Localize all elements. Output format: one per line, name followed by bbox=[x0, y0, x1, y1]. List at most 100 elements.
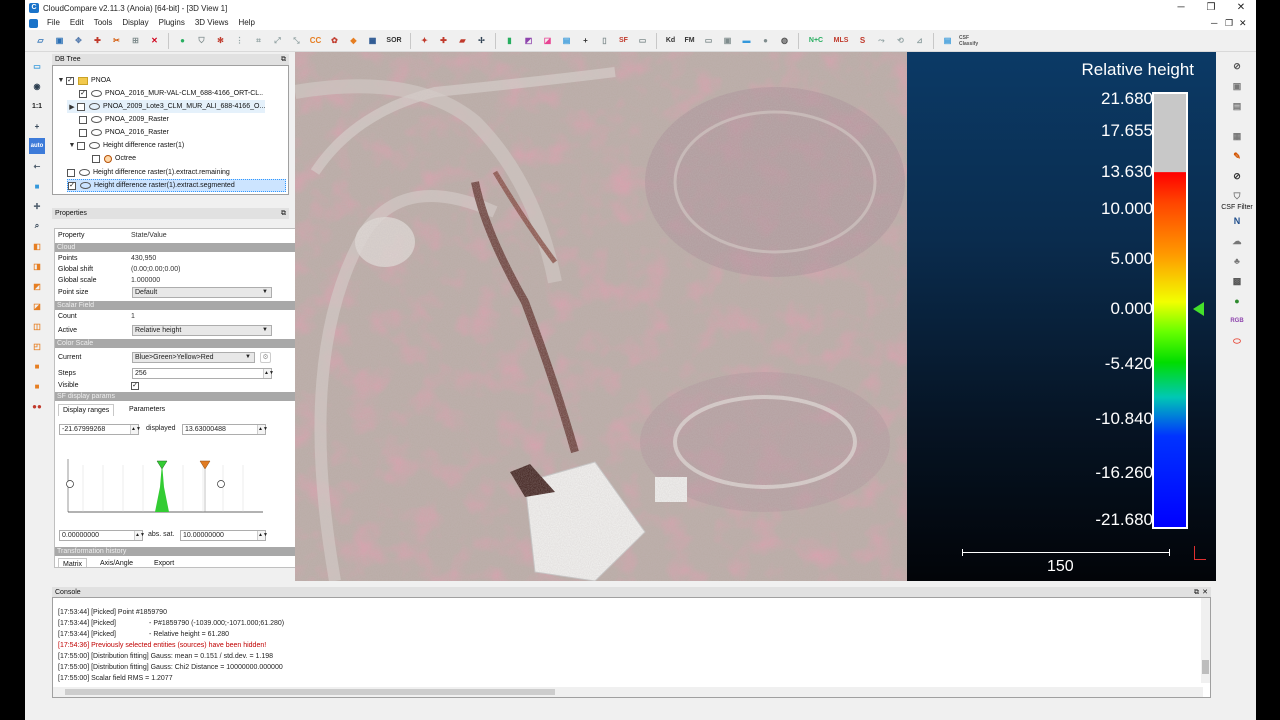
checkbox-unchecked[interactable] bbox=[67, 168, 75, 177]
stereo-icon[interactable]: ●● bbox=[29, 398, 45, 414]
scrollbar-thumb[interactable] bbox=[65, 689, 555, 695]
mesh-icon[interactable]: ✿ bbox=[327, 33, 342, 48]
spin-arrows-icon[interactable]: ▲▼ bbox=[263, 369, 274, 378]
checkbox-unchecked[interactable] bbox=[79, 128, 87, 137]
tab-parameters[interactable]: Parameters bbox=[125, 404, 169, 416]
globe-icon[interactable]: ◍ bbox=[777, 33, 792, 48]
pick-rotation-icon[interactable]: ✥ bbox=[71, 33, 86, 48]
plane-icon[interactable]: ▭ bbox=[701, 33, 716, 48]
sat-max-spinbox[interactable]: 10.00000000 ▲▼ bbox=[180, 530, 268, 541]
crop-icon[interactable]: ⌗ bbox=[251, 33, 266, 48]
visible-checkbox[interactable]: ✓ bbox=[131, 381, 139, 390]
tree-item-pnoa-2016-ort[interactable]: ✓ PNOA_2016_MUR-VAL-CLM_688-4166_ORT-CL.… bbox=[79, 87, 263, 100]
rgb-icon[interactable]: RGB bbox=[1229, 313, 1245, 329]
iso-view-icon[interactable]: ◪ bbox=[29, 298, 45, 314]
green-ball-icon[interactable]: ● bbox=[1229, 293, 1245, 309]
tree-icon[interactable]: ♣ bbox=[1229, 253, 1245, 269]
tree-item-pnoa-2016-raster[interactable]: PNOA_2016_Raster bbox=[79, 126, 169, 139]
s-icon[interactable]: S bbox=[855, 33, 870, 48]
3d-view[interactable]: Relative height 21.680 17.655 13.630 10.… bbox=[295, 52, 1216, 581]
align-icon[interactable]: ⤢ bbox=[270, 33, 285, 48]
checkbox-unchecked[interactable] bbox=[92, 154, 100, 163]
tree-item-extract-remaining[interactable]: Height difference raster(1).extract.rema… bbox=[67, 166, 230, 179]
mdi-restore-button[interactable]: ❐ bbox=[1225, 16, 1233, 30]
cross-section-icon[interactable]: ✢ bbox=[474, 33, 489, 48]
segment-icon[interactable]: ✂ bbox=[109, 33, 124, 48]
tree-item-pnoa[interactable]: ▼ ✓ PNOA bbox=[56, 74, 111, 87]
normals-curvature-icon[interactable]: N+C bbox=[805, 33, 827, 48]
side-view-icon[interactable]: ◩ bbox=[29, 278, 45, 294]
menu-file[interactable]: File bbox=[42, 16, 65, 30]
sat-min-spinbox[interactable]: 0.00000000 ▲▼ bbox=[59, 530, 145, 541]
checkbox-checked[interactable]: ✓ bbox=[79, 89, 87, 98]
console-vertical-scrollbar[interactable] bbox=[1201, 598, 1210, 683]
cloud-compare-icon[interactable]: CC bbox=[308, 33, 323, 48]
compass-icon[interactable]: ⊘ bbox=[1229, 58, 1245, 74]
snapshot-icon[interactable]: ▤ bbox=[1229, 98, 1245, 114]
pivot-icon[interactable]: + bbox=[29, 118, 45, 134]
menu-plugins[interactable]: Plugins bbox=[154, 16, 190, 30]
shield-icon[interactable]: ⛉ bbox=[194, 33, 209, 48]
menu-edit[interactable]: Edit bbox=[65, 16, 89, 30]
collapse-arrow-icon[interactable]: ▼ bbox=[67, 142, 77, 149]
spin-arrows-icon[interactable]: ▲▼ bbox=[257, 531, 268, 540]
color-icon[interactable]: ● bbox=[175, 33, 190, 48]
render-icon[interactable]: ▣ bbox=[1229, 78, 1245, 94]
delete-icon[interactable]: ✕ bbox=[147, 33, 162, 48]
mls-icon[interactable]: MLS bbox=[831, 33, 851, 48]
zoom-icon[interactable]: ⌕ bbox=[29, 218, 45, 234]
undock-icon[interactable]: ⧉ bbox=[281, 208, 286, 219]
displayed-max-spinbox[interactable]: 13.63000488 ▲▼ bbox=[182, 424, 268, 435]
menu-3d-views[interactable]: 3D Views bbox=[190, 16, 234, 30]
tab-matrix[interactable]: Matrix bbox=[58, 558, 88, 567]
mdi-close-button[interactable]: ✕ bbox=[1239, 16, 1247, 30]
kd-tree-icon[interactable]: Kd bbox=[663, 33, 678, 48]
film-icon[interactable]: ▦ bbox=[1229, 128, 1245, 144]
checkbox-checked[interactable]: ✓ bbox=[66, 76, 74, 85]
box-icon[interactable]: ▣ bbox=[720, 33, 735, 48]
menu-help[interactable]: Help bbox=[234, 16, 260, 30]
histogram-icon[interactable]: ▮ bbox=[502, 33, 517, 48]
close-button[interactable]: ✕ bbox=[1226, 0, 1256, 16]
top-view-icon[interactable]: ◨ bbox=[29, 258, 45, 274]
checkbox-checked[interactable]: ✓ bbox=[68, 181, 76, 190]
classify-icon[interactable]: CSF Classify bbox=[959, 33, 985, 48]
spline-icon[interactable]: ⟲ bbox=[893, 33, 908, 48]
checkbox-unchecked[interactable] bbox=[79, 115, 87, 124]
remove-sf-icon[interactable]: ▯ bbox=[597, 33, 612, 48]
tab-display-ranges[interactable]: Display ranges bbox=[58, 404, 115, 416]
noise-filter-icon[interactable]: ✦ bbox=[417, 33, 432, 48]
sf-histogram[interactable] bbox=[63, 457, 269, 517]
cloud-tool-icon[interactable]: ☁ bbox=[1229, 233, 1245, 249]
add-sf-icon[interactable]: + bbox=[578, 33, 593, 48]
color-scale-dropdown[interactable]: Blue>Green>Yellow>Red ▼ bbox=[132, 352, 255, 363]
zoom-one-to-one-button[interactable]: 1:1 bbox=[29, 98, 45, 114]
layer-icon[interactable]: ▬ bbox=[739, 33, 754, 48]
tree-item-height-difference[interactable]: ▼ Height difference raster(1) bbox=[67, 139, 184, 152]
move-icon[interactable]: ⇽ bbox=[29, 158, 45, 174]
point-size-dropdown[interactable]: Default ▼ bbox=[132, 287, 272, 298]
sphere-icon[interactable]: ● bbox=[758, 33, 773, 48]
front-cube-icon[interactable]: ■ bbox=[29, 358, 45, 374]
pencil-icon[interactable]: ✎ bbox=[1229, 148, 1245, 164]
view-screen-icon[interactable]: ▭ bbox=[29, 58, 45, 74]
ellipse-icon[interactable]: ⬭ bbox=[1229, 333, 1245, 349]
spin-arrows-icon[interactable]: ▲▼ bbox=[257, 425, 268, 434]
tree-item-pnoa-2009-lote3[interactable]: ▶ PNOA_2009_Lote3_CLM_MUR_ALI_688-4166_O… bbox=[67, 100, 266, 113]
checkbox-unchecked[interactable] bbox=[77, 102, 85, 111]
sf-icon[interactable]: SF bbox=[616, 33, 631, 48]
tab-axis-angle[interactable]: Axis/Angle bbox=[96, 558, 137, 567]
sf-gradient-icon[interactable]: ◩ bbox=[521, 33, 536, 48]
sf-rgb-icon[interactable]: ▭ bbox=[635, 33, 650, 48]
steps-spinbox[interactable]: 256 ▲▼ bbox=[132, 368, 274, 379]
tool-icon[interactable]: ⊿ bbox=[912, 33, 927, 48]
back-view-icon[interactable]: ◫ bbox=[29, 318, 45, 334]
back-cube-icon[interactable]: ■ bbox=[29, 378, 45, 394]
normal-icon[interactable]: ✚ bbox=[436, 33, 451, 48]
save-icon[interactable]: ▣ bbox=[52, 33, 67, 48]
color-scale-editor-icon[interactable]: ⚙ bbox=[260, 352, 271, 363]
octree-icon[interactable]: ◆ bbox=[346, 33, 361, 48]
restore-button[interactable]: ❐ bbox=[1196, 0, 1226, 16]
open-icon[interactable]: ▱ bbox=[33, 33, 48, 48]
auto-pick-button[interactable]: auto bbox=[29, 138, 45, 154]
